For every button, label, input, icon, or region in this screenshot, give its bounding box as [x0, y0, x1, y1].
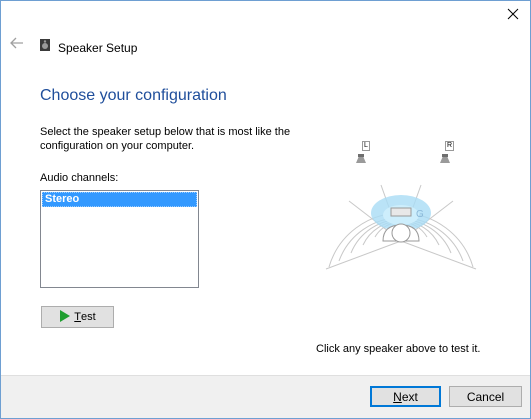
next-button[interactable]: Next [370, 386, 441, 407]
audio-channels-label: Audio channels: [40, 172, 119, 184]
speaker-setup-window: Speaker Setup Choose your configuration … [0, 0, 531, 419]
right-speaker-label: R [445, 141, 455, 151]
description-text: Select the speaker setup below that is m… [40, 126, 291, 152]
speaker-icon [39, 38, 51, 57]
window-title: Speaker Setup [58, 40, 138, 55]
close-button[interactable] [496, 1, 530, 31]
cancel-button[interactable]: Cancel [449, 386, 522, 407]
play-icon [59, 309, 71, 325]
left-speaker[interactable]: L [355, 141, 371, 165]
test-accel: T [74, 311, 82, 323]
test-hint-text: Click any speaker above to test it. [316, 343, 481, 355]
listener-label: G [416, 209, 424, 220]
left-speaker-label: L [362, 141, 370, 151]
back-button[interactable] [8, 35, 26, 55]
right-speaker[interactable]: R [437, 141, 455, 165]
footer-bar: Next Cancel [1, 375, 530, 418]
right-speaker-icon [439, 151, 451, 169]
page-heading: Choose your configuration [40, 87, 227, 104]
next-label-rest: ext [401, 389, 418, 404]
next-accel: N [393, 389, 402, 404]
title-bar: Speaker Setup [39, 38, 137, 57]
left-speaker-icon [355, 151, 367, 169]
list-item-stereo[interactable]: Stereo [42, 192, 197, 207]
test-button[interactable]: Test [41, 306, 114, 328]
audio-channels-listbox[interactable]: Stereo [40, 190, 199, 288]
back-arrow-icon [10, 36, 24, 54]
speaker-diagram: G L R [321, 141, 481, 281]
test-label-rest: est [81, 311, 96, 323]
close-icon [507, 7, 519, 25]
